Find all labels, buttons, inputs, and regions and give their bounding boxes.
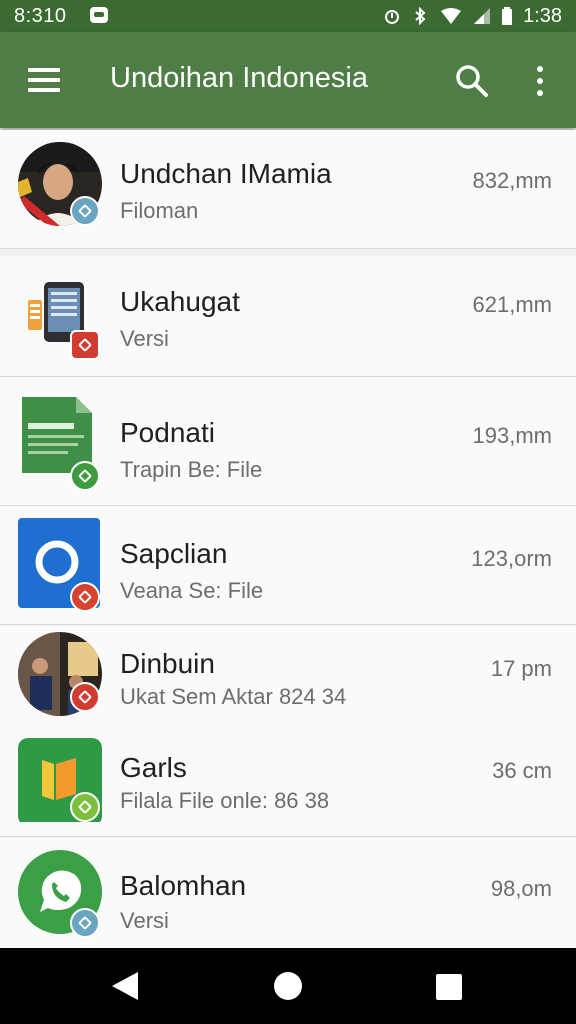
item-subtitle: Versi	[120, 326, 169, 351]
status-badge	[70, 330, 100, 360]
status-badge	[70, 461, 100, 491]
status-bar: 8:310 1:38	[0, 0, 576, 32]
item-subtitle: Filoman	[120, 198, 199, 223]
item-title: Podnati	[120, 417, 215, 448]
search-icon[interactable]	[454, 63, 490, 99]
file-list: Undchan IMamia Filoman 832,mm Ukahugat V…	[0, 130, 576, 948]
list-item[interactable]: Garls Filala File onle: 86 38 36 cm	[0, 730, 576, 834]
list-item[interactable]: Balomhan Versi 98,om	[0, 838, 576, 948]
status-badge	[70, 908, 100, 938]
item-subtitle: Veana Se: File	[120, 578, 264, 603]
item-subtitle: Versi	[120, 908, 169, 933]
status-time-right: 1:38	[523, 4, 562, 27]
item-title: Sapclian	[120, 538, 228, 569]
app-bar: Undoihan Indonesia	[0, 32, 576, 128]
more-vert-icon[interactable]	[528, 64, 552, 98]
item-subtitle: Trapin Be: File	[120, 457, 263, 482]
list-item[interactable]: Podnati Trapin Be: File 193,mm	[0, 377, 576, 506]
app-title: Undoihan Indonesia	[110, 62, 368, 94]
list-item[interactable]: Sapclian Veana Se: File 123,orm	[0, 506, 576, 625]
item-subtitle: Ukat Sem Aktar 824 34	[120, 684, 347, 709]
item-title: Dinbuin	[120, 648, 215, 679]
item-time: 193,mm	[472, 423, 552, 448]
recents-icon[interactable]	[436, 974, 462, 1000]
status-badge	[70, 682, 100, 712]
signal-icon	[474, 8, 491, 24]
status-badge	[70, 792, 100, 822]
menu-icon[interactable]	[28, 68, 60, 92]
status-time-left: 8:310	[14, 5, 67, 27]
home-icon[interactable]	[274, 972, 302, 1000]
list-item[interactable]: Undchan IMamia Filoman 832,mm	[0, 130, 576, 249]
item-time: 123,orm	[471, 546, 552, 571]
item-title: Garls	[120, 752, 187, 783]
navigation-bar	[0, 948, 576, 1024]
status-badge	[70, 196, 100, 226]
status-badge	[70, 582, 100, 612]
alarm-icon	[385, 10, 400, 24]
status-icons: 1:38	[383, 4, 562, 28]
item-time: 98,om	[490, 876, 552, 901]
item-time: 36 cm	[492, 758, 552, 783]
wifi-icon	[441, 8, 462, 24]
item-title: Balomhan	[120, 870, 247, 901]
battery-icon	[502, 7, 513, 25]
list-item[interactable]: Dinbuin Ukat Sem Aktar 824 34 17 pm Garl…	[0, 626, 576, 837]
item-time: 621,mm	[472, 292, 552, 317]
item-subtitle: Filala File onle: 86 38	[120, 788, 330, 813]
back-icon[interactable]	[112, 972, 138, 1000]
item-time: 17 pm	[490, 656, 552, 681]
item-time: 832,mm	[472, 168, 552, 193]
notification-icon	[90, 7, 108, 23]
item-title: Undchan IMamia	[120, 158, 332, 189]
list-item[interactable]: Ukahugat Versi 621,mm	[0, 256, 576, 377]
bluetooth-icon	[415, 7, 426, 25]
item-title: Ukahugat	[120, 286, 240, 317]
